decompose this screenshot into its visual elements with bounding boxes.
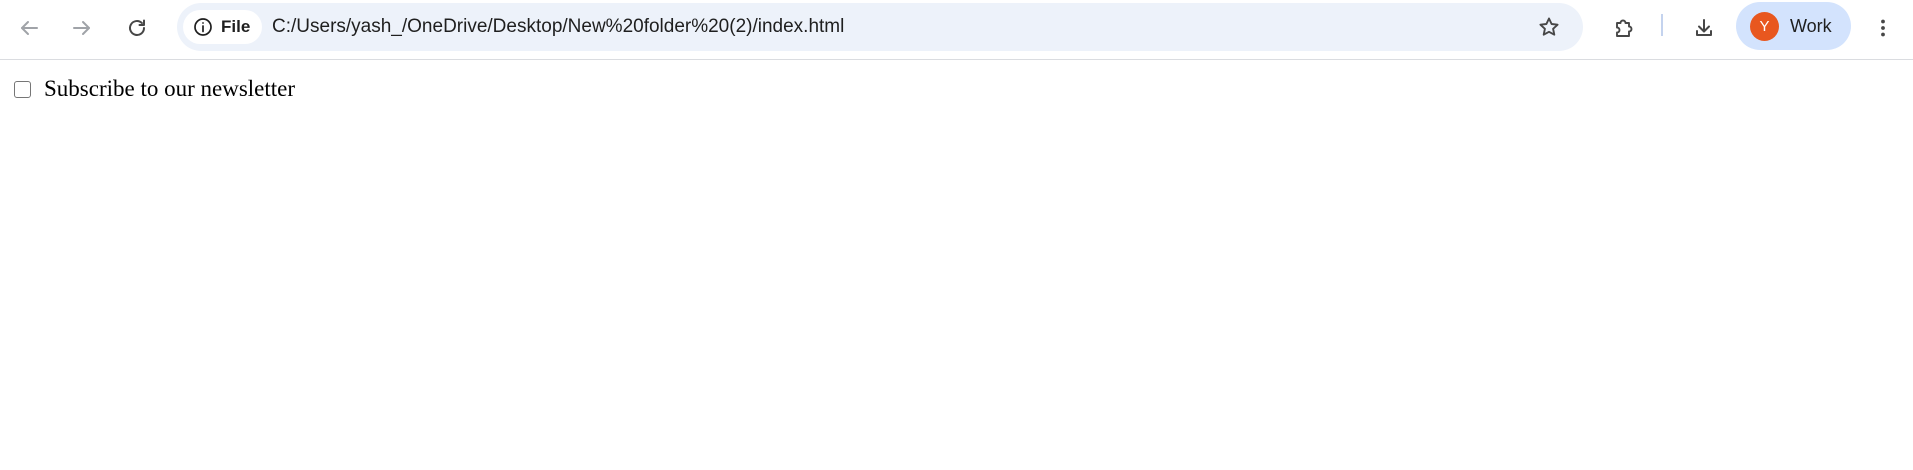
browser-toolbar: File C:/Users/yash_/OneDrive/Desktop/New… — [0, 0, 1913, 60]
newsletter-checkbox-label[interactable]: Subscribe to our newsletter — [44, 76, 295, 102]
avatar: Y — [1750, 11, 1779, 41]
page-content: Subscribe to our newsletter — [14, 76, 295, 102]
puzzle-icon — [1616, 19, 1633, 37]
address-bar[interactable]: File C:/Users/yash_/OneDrive/Desktop/New… — [177, 3, 1583, 51]
reload-icon — [129, 19, 145, 36]
back-button[interactable] — [9, 8, 49, 48]
browser-menu-button[interactable] — [1863, 8, 1903, 48]
download-icon — [1696, 19, 1712, 36]
extensions-button[interactable] — [1604, 8, 1644, 48]
info-circle-icon — [194, 18, 212, 36]
profile-label: Work — [1790, 15, 1832, 36]
star-outline-icon — [1539, 17, 1559, 36]
url-text[interactable]: C:/Users/yash_/OneDrive/Desktop/New%20fo… — [272, 3, 844, 51]
profile-button[interactable]: Y Work — [1736, 2, 1851, 50]
toolbar-divider — [1661, 14, 1663, 36]
forward-button[interactable] — [62, 8, 102, 48]
site-chip-label: File — [221, 17, 251, 36]
arrow-right-icon — [73, 21, 90, 35]
newsletter-checkbox[interactable] — [14, 80, 31, 98]
bookmark-button[interactable] — [1529, 7, 1569, 47]
arrow-left-icon — [21, 21, 38, 35]
downloads-button[interactable] — [1684, 8, 1724, 48]
kebab-menu-icon — [1881, 19, 1885, 37]
reload-button[interactable] — [117, 8, 157, 48]
site-info-chip[interactable]: File — [183, 10, 263, 44]
